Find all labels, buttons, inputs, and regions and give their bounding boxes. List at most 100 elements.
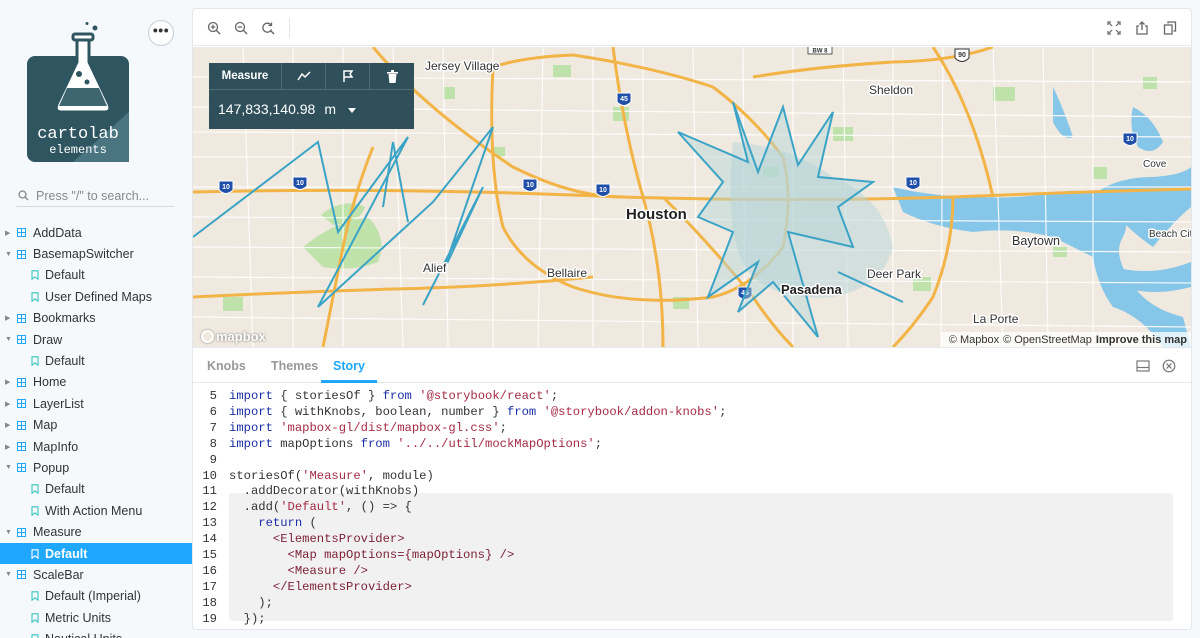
line-number: 10 (202, 468, 217, 483)
zoom-out-button[interactable] (230, 17, 252, 39)
sidebar-item-label: User Defined Maps (45, 289, 152, 304)
sidebar-story-item[interactable]: With Action Menu (0, 500, 192, 521)
sidebar-item-label: Home (33, 375, 67, 390)
cartolab-logo[interactable]: cartolab elements (27, 22, 131, 162)
reset-zoom-button[interactable] (257, 17, 279, 39)
sidebar-component-home[interactable]: ▶ Home (0, 372, 192, 393)
sidebar-item-label: Measure (33, 525, 82, 540)
sidebar-story-item[interactable]: Default (0, 479, 192, 500)
sidebar-component-map[interactable]: ▶ Map (0, 415, 192, 436)
mapbox-logo[interactable]: mapbox (201, 329, 266, 344)
component-icon (17, 463, 26, 473)
sidebar-story-item[interactable]: User Defined Maps (0, 286, 192, 307)
sidebar-item-label: Default (45, 482, 85, 497)
sidebar-component-basemapswitcher[interactable]: ▼ BasemapSwitcher (0, 243, 192, 264)
sidebar-item-label: ScaleBar (33, 567, 84, 582)
fullscreen-button[interactable] (1103, 17, 1125, 39)
place-sheldon: Sheldon (869, 83, 913, 97)
line-number: 7 (209, 420, 217, 435)
sidebar-component-scalebar[interactable]: ▼ ScaleBar (0, 564, 192, 585)
attribution-osm[interactable]: © OpenStreetMap (1003, 334, 1092, 346)
code-line: 18 ); (193, 595, 273, 611)
chevron-down-icon: ▼ (5, 571, 12, 579)
code-token: 'Default' (280, 500, 347, 515)
sidebar-story-item[interactable]: Default (Imperial) (0, 586, 192, 607)
line-number: 12 (202, 500, 217, 515)
measure-distance-button[interactable] (282, 63, 326, 89)
map-canvas[interactable]: 10 10 10 10 10 10 45 45 90 BW 8 Jersey V… (193, 47, 1191, 347)
tab-themes[interactable]: Themes (271, 348, 318, 383)
code-token: .addDecorator(withKnobs) (229, 484, 420, 499)
code-token: mapOptions (272, 436, 361, 451)
zoom-in-icon (207, 21, 221, 35)
component-icon (17, 335, 26, 345)
open-new-tab-button[interactable] (1131, 17, 1153, 39)
code-token: import (229, 389, 273, 403)
improve-map-link[interactable]: Improve this map (1096, 334, 1187, 346)
copy-icon (1163, 21, 1177, 35)
search-input[interactable] (36, 188, 166, 203)
sidebar-story-item[interactable]: Default (0, 350, 192, 371)
bookmark-icon (31, 270, 39, 281)
sidebar-component-adddata[interactable]: ▶ AddData (0, 222, 192, 243)
code-line: 17 </ElementsProvider> (193, 579, 412, 595)
sidebar-item-label: Default (45, 268, 85, 283)
sidebar-component-popup[interactable]: ▼ Popup (0, 457, 192, 478)
sidebar: cartolab elements ••• ▶ AddData ▼ BasemapSw… (0, 0, 192, 638)
sidebar-component-measure[interactable]: ▼ Measure (0, 521, 192, 542)
sidebar-menu-button[interactable]: ••• (148, 20, 174, 46)
sidebar-component-draw[interactable]: ▼ Draw (0, 329, 192, 350)
sidebar-item-label: MapInfo (33, 439, 79, 454)
sidebar-component-layerlist[interactable]: ▶ LayerList (0, 393, 192, 414)
unit-dropdown-caret-icon[interactable] (348, 108, 356, 113)
chevron-right-icon: ▶ (5, 422, 11, 430)
addon-tabs: Knobs Themes Story (193, 347, 1191, 383)
share-icon (1136, 21, 1148, 35)
close-panel-button[interactable] (1161, 358, 1177, 374)
tab-story[interactable]: Story (321, 348, 377, 383)
measure-result[interactable]: 147,833,140.98 m (209, 90, 414, 128)
sidebar-item-label: BasemapSwitcher (33, 247, 134, 262)
measure-toolbar: Measure (209, 63, 414, 90)
code-token: { storiesOf } (272, 389, 383, 403)
measure-area-button[interactable] (326, 63, 370, 89)
svg-text:BW 8: BW 8 (813, 49, 829, 55)
place-la-porte: La Porte (973, 312, 1019, 326)
code-line: 5 import { storiesOf } from '@storybook/r… (193, 388, 559, 404)
place-bellaire: Bellaire (547, 266, 587, 280)
toggle-panel-orientation-button[interactable] (1135, 358, 1151, 374)
svg-text:10: 10 (909, 180, 917, 187)
sidebar-story-item[interactable]: Nautical Units (0, 628, 192, 638)
sidebar-item-label: Draw (33, 332, 63, 347)
copy-link-button[interactable] (1159, 17, 1181, 39)
attribution-mapbox[interactable]: © Mapbox (949, 334, 999, 346)
line-number: 5 (209, 389, 217, 403)
component-icon (17, 570, 26, 580)
sidebar-component-mapinfo[interactable]: ▶ MapInfo (0, 436, 192, 457)
line-number: 9 (209, 452, 217, 467)
sidebar-item-label: LayerList (33, 396, 84, 411)
line-number: 17 (202, 579, 217, 594)
chevron-down-icon: ▼ (5, 336, 12, 344)
trash-icon (386, 69, 398, 83)
logo-line1: cartolab (37, 125, 119, 144)
sidebar-story-item[interactable]: Metric Units (0, 607, 192, 628)
measure-mode-button[interactable]: Measure (209, 63, 282, 89)
code-line: 12 .add('Default', () => { (193, 499, 412, 515)
place-deer-park: Deer Park (867, 267, 922, 281)
clear-measure-button[interactable] (370, 63, 414, 89)
zoom-in-button[interactable] (203, 17, 225, 39)
code-token: ={mapOptions} /> (397, 548, 515, 562)
sidebar-story-item[interactable]: Default (0, 542, 192, 565)
tab-knobs[interactable]: Knobs (207, 348, 246, 383)
code-line: 10 storiesOf('Measure', module) (193, 468, 433, 484)
code-token: ); (229, 595, 273, 610)
place-jersey-village: Jersey Village (425, 59, 500, 73)
sidebar-story-item[interactable]: Default (0, 265, 192, 286)
bookmark-icon (31, 591, 39, 602)
code-token: <Map (287, 548, 325, 562)
sidebar-component-bookmarks[interactable]: ▶ Bookmarks (0, 308, 192, 329)
fullscreen-icon (1107, 21, 1121, 35)
